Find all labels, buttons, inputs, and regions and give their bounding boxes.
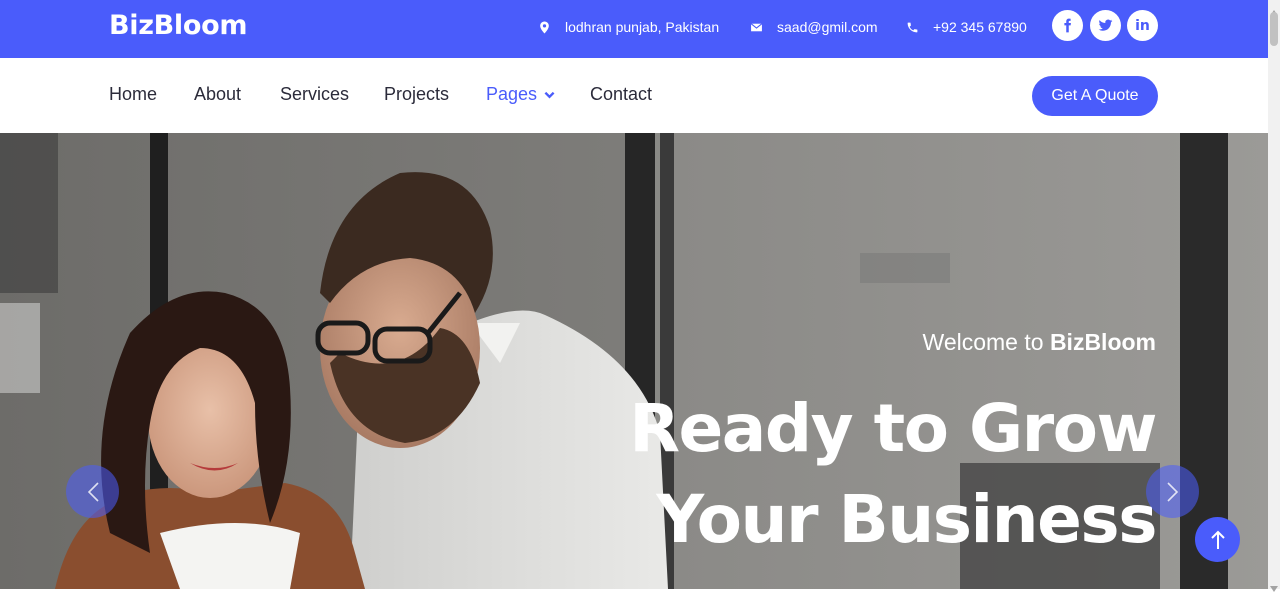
brand-logo[interactable]: BizBloom [109, 10, 248, 41]
hero-carousel: Welcome to BizBloom Ready to Grow Your B… [0, 133, 1268, 589]
headline-line-2: Your Business [656, 481, 1157, 558]
map-pin-icon [540, 21, 549, 33]
nav-projects[interactable]: Projects [384, 84, 449, 105]
triangle-down-icon [1270, 586, 1278, 592]
facebook-icon [1064, 18, 1071, 33]
chevron-down-icon [544, 91, 555, 99]
email-info[interactable]: saad@gmil.com [750, 18, 878, 36]
welcome-brand: BizBloom [1049, 329, 1156, 355]
scroll-down-arrow[interactable] [1270, 579, 1278, 592]
nav-pages-dropdown[interactable]: Pages [486, 84, 555, 105]
nav-home[interactable]: Home [109, 84, 157, 105]
nav-contact[interactable]: Contact [590, 84, 652, 105]
get-a-quote-button[interactable]: Get A Quote [1032, 76, 1158, 116]
page-scrollbar[interactable] [1268, 0, 1280, 592]
back-to-top-button[interactable] [1195, 517, 1240, 562]
carousel-prev-button[interactable] [66, 465, 119, 518]
chevron-left-icon [87, 481, 99, 502]
facebook-button[interactable] [1052, 10, 1083, 41]
nav-pages-label: Pages [486, 84, 538, 104]
hero-headline: Ready to Grow Your Business [596, 383, 1157, 565]
phone-info[interactable]: +92 345 67890 [906, 18, 1027, 36]
email-text[interactable]: saad@gmil.com [777, 19, 878, 35]
arrow-up-icon [1210, 530, 1225, 549]
linkedin-button[interactable]: in [1127, 10, 1158, 41]
scrollbar-thumb[interactable] [1270, 12, 1278, 46]
chevron-right-icon [1166, 481, 1178, 502]
hero-welcome-text: Welcome to BizBloom [923, 329, 1156, 356]
phone-icon [907, 22, 918, 32]
nav-services[interactable]: Services [280, 84, 349, 105]
linkedin-icon: in [1135, 17, 1150, 34]
welcome-prefix: Welcome to [922, 329, 1044, 355]
twitter-icon [1098, 19, 1113, 31]
main-navigation: Home About Services Projects Pages Conta… [0, 58, 1268, 133]
location-text: lodhran punjab, Pakistan [565, 19, 720, 35]
phone-text[interactable]: +92 345 67890 [933, 19, 1027, 35]
location-info: lodhran punjab, Pakistan [538, 18, 719, 36]
twitter-button[interactable] [1090, 10, 1121, 41]
envelope-icon [750, 22, 763, 31]
scroll-up-arrow[interactable] [1270, 3, 1278, 16]
nav-about[interactable]: About [194, 84, 241, 105]
headline-line-1: Ready to Grow [629, 390, 1157, 467]
top-contact-bar: BizBloom lodhran punjab, Pakistan saad@g… [0, 0, 1268, 58]
carousel-next-button[interactable] [1146, 465, 1199, 518]
